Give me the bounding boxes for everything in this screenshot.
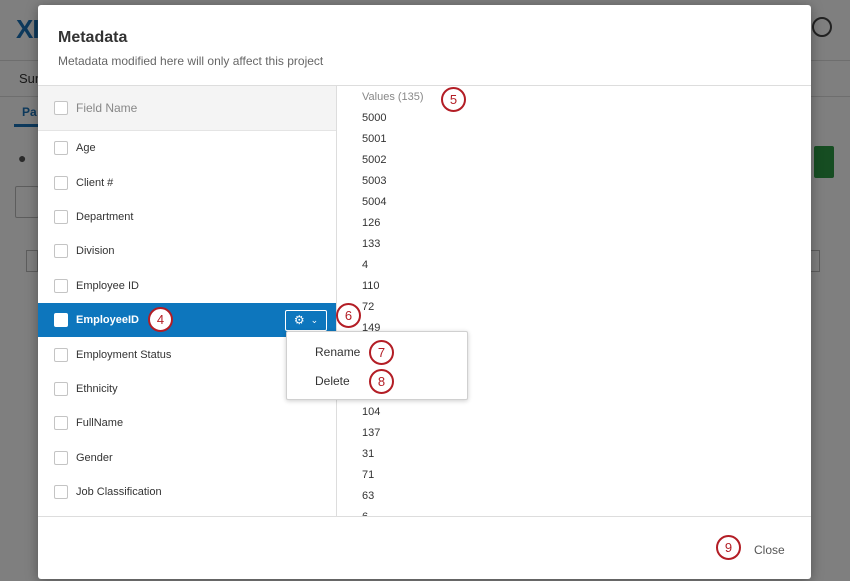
field-row-client[interactable]: Client #: [38, 165, 336, 199]
chevron-down-icon: ⌄: [310, 314, 319, 325]
value-item: 5002: [362, 154, 387, 166]
field-label: Client #: [76, 176, 114, 189]
field-label: Employee ID: [76, 279, 139, 292]
field-options-button[interactable]: ⚙ ⌄: [285, 309, 327, 331]
field-list: Field Name Age Client # Department Divis…: [38, 86, 337, 516]
field-checkbox[interactable]: [54, 485, 68, 500]
field-checkbox[interactable]: [54, 450, 68, 465]
field-label: Ethnicity: [76, 382, 118, 395]
field-list-header: Field Name: [38, 86, 336, 131]
modal-header: Metadata Metadata modified here will onl…: [38, 5, 811, 86]
field-row-age[interactable]: Age: [38, 131, 336, 165]
value-item: 104: [362, 406, 381, 418]
callout-badge: 8: [369, 369, 394, 394]
values-panel[interactable]: Values (135) 5000 5001 5002 5003 5004 12…: [338, 86, 811, 516]
modal-subtitle: Metadata modified here will only affect …: [58, 54, 324, 68]
field-checkbox[interactable]: [54, 209, 68, 224]
field-checkbox[interactable]: [54, 381, 68, 396]
callout-badge: 6: [336, 303, 361, 328]
value-item: 63: [362, 490, 375, 502]
field-row-job-classification[interactable]: Job Classification: [38, 475, 336, 509]
value-item: 110: [362, 280, 380, 292]
value-item: 71: [362, 469, 375, 481]
field-row-employee-id[interactable]: Employee ID: [38, 269, 336, 303]
modal-title: Metadata: [58, 29, 128, 46]
metadata-modal: Metadata Metadata modified here will onl…: [38, 5, 811, 579]
value-item: 5003: [362, 175, 387, 187]
callout-badge: 5: [441, 87, 466, 112]
field-label: EmployeeID: [76, 314, 139, 327]
field-checkbox[interactable]: [54, 175, 68, 190]
field-label: Gender: [76, 451, 113, 464]
field-checkbox[interactable]: [54, 347, 68, 362]
gear-icon: ⚙: [293, 313, 305, 328]
modal-footer: Close: [38, 516, 811, 579]
rename-menu-item[interactable]: Rename: [315, 345, 360, 359]
value-item: 133: [362, 238, 381, 250]
values-header: Values (135): [362, 91, 424, 103]
field-row-department[interactable]: Department: [38, 200, 336, 234]
field-label: Department: [76, 210, 134, 223]
field-label: Age: [76, 142, 96, 155]
value-item: 5004: [362, 196, 387, 208]
field-label: FullName: [76, 417, 124, 430]
value-item: 137: [362, 427, 381, 439]
field-row-gender[interactable]: Gender: [38, 441, 336, 475]
value-item: 126: [362, 217, 381, 229]
field-checkbox[interactable]: [54, 141, 68, 156]
value-item: 5000: [362, 112, 387, 124]
delete-menu-item[interactable]: Delete: [315, 374, 350, 388]
callout-badge: 9: [716, 535, 741, 560]
field-name-header: Field Name: [76, 101, 138, 115]
field-checkbox[interactable]: [54, 313, 68, 328]
field-label: Division: [76, 245, 115, 258]
field-label: Employment Status: [76, 348, 172, 361]
field-checkbox[interactable]: [54, 278, 68, 293]
callout-badge: 7: [369, 340, 394, 365]
field-checkbox[interactable]: [54, 244, 68, 259]
field-row-division[interactable]: Division: [38, 234, 336, 268]
field-checkbox[interactable]: [54, 416, 68, 431]
value-item: 5001: [362, 133, 387, 145]
field-label: Job Classification: [76, 486, 162, 499]
value-item: 31: [362, 448, 375, 460]
select-all-checkbox[interactable]: [54, 101, 68, 115]
field-row-fullname[interactable]: FullName: [38, 406, 336, 440]
close-button[interactable]: Close: [754, 543, 785, 557]
callout-badge: 4: [148, 307, 173, 332]
value-item: 72: [362, 301, 375, 313]
value-item: 4: [362, 259, 369, 271]
